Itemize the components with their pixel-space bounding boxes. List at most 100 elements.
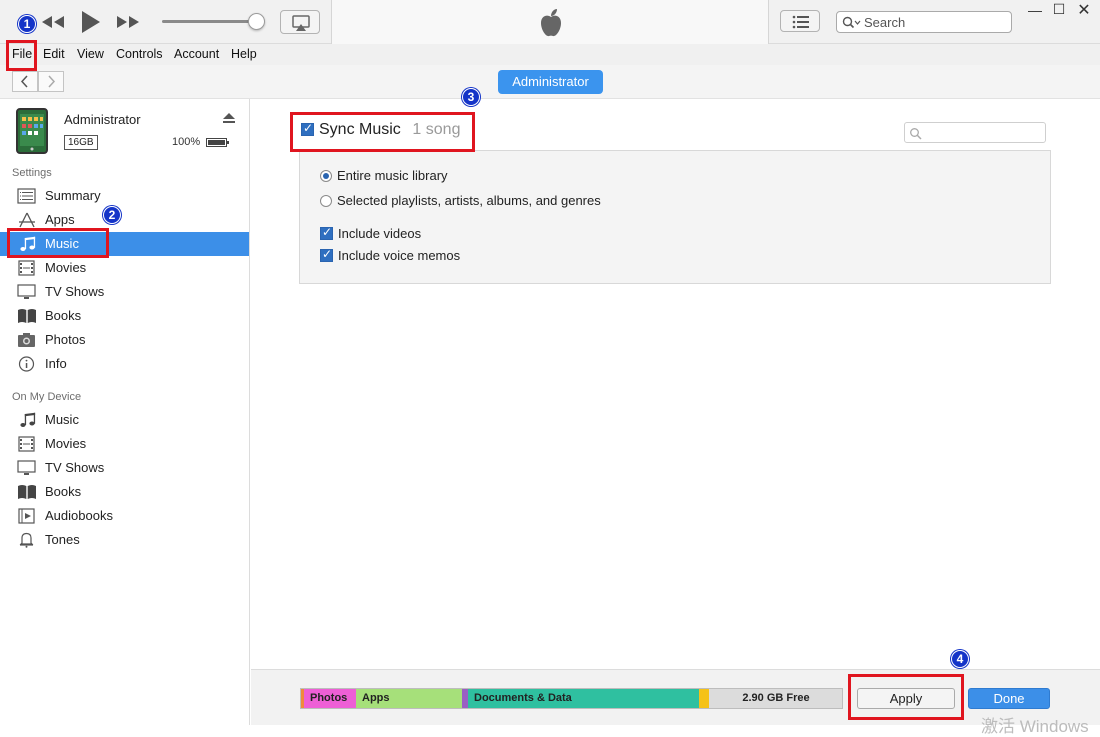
close-icon[interactable]: ✕	[1071, 0, 1097, 22]
audiobook-icon	[18, 508, 35, 524]
include-voice-memos-checkbox[interactable]: Include voice memos	[320, 247, 461, 263]
search-input[interactable]: Search	[836, 11, 1012, 33]
sidebar-item-summary[interactable]: Summary	[0, 184, 249, 208]
sidebar-item-label: Music	[45, 412, 79, 427]
volume-slider-knob[interactable]	[248, 13, 265, 30]
storage-segment-free: 2.90 GB Free	[709, 689, 842, 708]
bell-icon	[19, 532, 34, 548]
music-icon	[20, 412, 36, 427]
device-item-audiobooks[interactable]: Audiobooks	[0, 504, 249, 528]
play-icon[interactable]	[80, 9, 102, 35]
sidebar-item-label: Tones	[45, 532, 80, 547]
apple-logo-icon	[541, 9, 561, 37]
previous-track-icon[interactable]	[40, 12, 66, 32]
summary-icon	[17, 188, 36, 204]
storage-segment-apps: Apps	[356, 689, 462, 708]
checkbox-checked-icon	[320, 247, 333, 262]
main-content: Sync Music 1 song Entire music library S…	[251, 99, 1100, 669]
radio-selected-icon	[320, 170, 332, 182]
settings-header: Settings	[12, 167, 52, 179]
device-item-tones[interactable]: Tones	[0, 528, 249, 552]
sidebar-item-movies[interactable]: Movies	[0, 256, 249, 280]
device-item-tv-shows[interactable]: TV Shows	[0, 456, 249, 480]
battery-icon	[206, 138, 229, 147]
sidebar-item-label: Info	[45, 356, 67, 371]
search-icon	[910, 128, 922, 140]
sync-options-panel: Entire music library Selected playlists,…	[299, 150, 1051, 284]
device-item-movies[interactable]: Movies	[0, 432, 249, 456]
sidebar-item-label: Summary	[45, 188, 101, 203]
sidebar-item-photos[interactable]: Photos	[0, 328, 249, 352]
sidebar-item-books[interactable]: Books	[0, 304, 249, 328]
chevron-right-icon	[48, 75, 56, 88]
footer-bar: Photos Apps Documents & Data 2.90 GB Fre…	[251, 669, 1100, 736]
menu-view[interactable]: View	[77, 47, 104, 61]
up-next-list-button[interactable]	[780, 10, 820, 32]
radio-unselected-icon	[320, 195, 332, 207]
eject-icon[interactable]	[222, 112, 236, 124]
storage-segment-documents: Documents & Data	[468, 689, 699, 708]
airplay-icon	[292, 15, 310, 31]
menu-help[interactable]: Help	[231, 47, 257, 61]
chevron-left-icon	[20, 75, 28, 88]
device-capacity-badge: 16GB	[64, 135, 98, 150]
tv-icon	[17, 460, 36, 475]
title-bar: Search — ☐ ✕	[0, 0, 1100, 44]
option-label: Selected playlists, artists, albums, and…	[337, 193, 601, 208]
sidebar-item-label: Movies	[45, 436, 87, 451]
sidebar-item-label: Books	[45, 484, 82, 499]
filter-search-input[interactable]	[904, 122, 1046, 143]
annotation-box-music	[7, 228, 109, 258]
next-track-icon[interactable]	[115, 12, 141, 32]
sidebar-item-label: Apps	[45, 212, 75, 227]
device-item-music[interactable]: Music	[0, 408, 249, 432]
volume-slider-track[interactable]	[162, 20, 257, 23]
annotation-badge-2: 2	[103, 206, 121, 224]
annotation-box-apply	[848, 674, 964, 720]
sidebar-item-info[interactable]: Info	[0, 352, 249, 376]
on-my-device-header: On My Device	[12, 391, 82, 403]
annotation-badge-4: 4	[951, 650, 969, 668]
menu-edit[interactable]: Edit	[43, 47, 65, 61]
include-videos-checkbox[interactable]: Include videos	[320, 225, 421, 241]
tv-icon	[17, 284, 36, 299]
sidebar-item-label: Books	[45, 308, 82, 323]
info-icon	[18, 356, 35, 372]
radio-entire-library[interactable]: Entire music library	[320, 168, 448, 183]
storage-segment-other	[699, 689, 709, 708]
radio-selected-items[interactable]: Selected playlists, artists, albums, and…	[320, 193, 601, 208]
sidebar-item-label: TV Shows	[45, 284, 105, 299]
airplay-button[interactable]	[280, 10, 320, 34]
back-button[interactable]	[12, 71, 38, 92]
navigation-row: Administrator	[0, 65, 1100, 99]
books-icon	[18, 309, 36, 323]
device-item-books[interactable]: Books	[0, 480, 249, 504]
device-button[interactable]: Administrator	[498, 70, 603, 94]
annotation-badge-1: 1	[18, 15, 36, 33]
ipad-icon	[20, 114, 44, 151]
minimize-icon[interactable]: —	[1022, 2, 1048, 24]
movies-icon	[18, 260, 35, 276]
menu-controls[interactable]: Controls	[116, 47, 163, 61]
sidebar-item-label: TV Shows	[45, 460, 105, 475]
storage-capacity-bar: Photos Apps Documents & Data 2.90 GB Fre…	[300, 688, 843, 709]
search-icon	[842, 16, 861, 29]
camera-icon	[18, 333, 35, 347]
option-label: Include voice memos	[338, 248, 461, 263]
status-area	[331, 0, 769, 44]
sidebar: Administrator 16GB 100% Settings Summary…	[0, 99, 250, 725]
sidebar-item-tv-shows[interactable]: TV Shows	[0, 280, 249, 304]
annotation-badge-3: 3	[462, 88, 480, 106]
menu-account[interactable]: Account	[174, 47, 219, 61]
menu-bar: File Edit View Controls Account Help	[0, 44, 1100, 65]
books-icon	[18, 485, 36, 499]
done-button[interactable]: Done	[968, 688, 1050, 709]
battery-percent: 100%	[172, 136, 201, 148]
sidebar-item-label: Audiobooks	[45, 508, 113, 523]
apps-icon	[19, 212, 35, 228]
sidebar-item-label: Movies	[45, 260, 87, 275]
annotation-box-sync-music	[290, 112, 475, 152]
maximize-icon[interactable]: ☐	[1046, 1, 1072, 23]
forward-button[interactable]	[38, 71, 64, 92]
option-label: Entire music library	[337, 168, 448, 183]
